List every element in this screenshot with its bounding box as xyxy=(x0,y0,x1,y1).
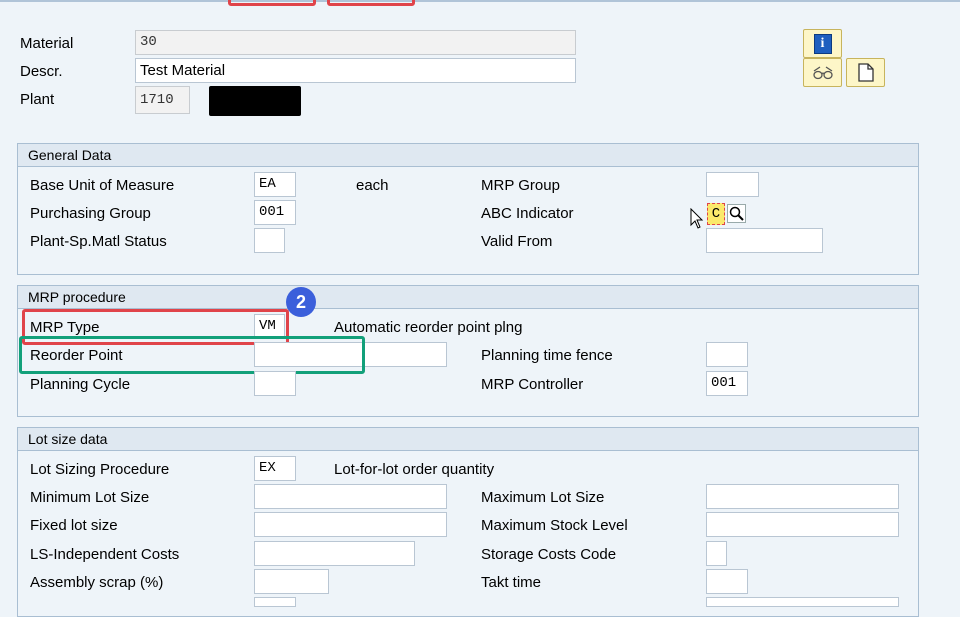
lot-size-title: Lot size data xyxy=(18,428,918,451)
min-lot-size-label: Minimum Lot Size xyxy=(30,489,150,506)
abc-search-help-button[interactable] xyxy=(727,204,746,223)
plant-field[interactable]: 1710 xyxy=(135,86,190,114)
max-stock-level-field[interactable] xyxy=(706,512,899,537)
display-button[interactable] xyxy=(803,58,842,87)
takt-time-field[interactable] xyxy=(706,569,748,594)
info-icon: i xyxy=(813,33,832,54)
mouse-cursor-icon xyxy=(690,208,704,229)
ls-independent-costs-field[interactable] xyxy=(254,541,415,566)
max-lot-size-label: Maximum Lot Size xyxy=(481,489,605,506)
plant-status-label: Plant-Sp.Matl Status xyxy=(30,233,167,250)
plant-status-field[interactable] xyxy=(254,228,285,253)
planning-cycle-field[interactable] xyxy=(254,371,296,396)
general-data-title: General Data xyxy=(18,144,918,167)
takt-time-label: Takt time xyxy=(481,574,542,591)
fixed-lot-size-field[interactable] xyxy=(254,512,447,537)
min-lot-size-field[interactable] xyxy=(254,484,447,509)
info-button[interactable]: i xyxy=(803,29,842,58)
material-label: Material xyxy=(20,35,74,52)
mrp-procedure-title: MRP procedure xyxy=(18,286,918,309)
planning-time-fence-field[interactable] xyxy=(706,342,748,367)
reorder-point-highlight xyxy=(19,336,365,374)
assembly-scrap-label: Assembly scrap (%) xyxy=(30,574,164,591)
fixed-lot-size-label: Fixed lot size xyxy=(30,517,118,534)
redacted-plant-name xyxy=(209,86,301,116)
general-data-panel: General Data xyxy=(17,143,919,275)
top-border xyxy=(0,0,960,2)
base-uom-field[interactable]: EA xyxy=(254,172,296,197)
plant-label: Plant xyxy=(20,91,55,108)
descr-label: Descr. xyxy=(20,63,63,80)
purchasing-group-label: Purchasing Group xyxy=(30,205,151,222)
max-stock-level-label: Maximum Stock Level xyxy=(481,517,628,534)
storage-costs-code-label: Storage Costs Code xyxy=(481,546,617,563)
abc-indicator-label: ABC Indicator xyxy=(481,205,574,222)
ls-independent-costs-label: LS-Independent Costs xyxy=(30,546,180,563)
mrp-group-label: MRP Group xyxy=(481,177,560,194)
mrp-group-field[interactable] xyxy=(706,172,759,197)
planning-time-fence-label: Planning time fence xyxy=(481,347,613,364)
description-field[interactable]: Test Material xyxy=(135,58,576,83)
planning-cycle-label: Planning Cycle xyxy=(30,376,131,393)
base-uom-text: each xyxy=(356,177,389,194)
storage-costs-code-field[interactable] xyxy=(706,541,727,566)
lot-sizing-procedure-text: Lot-for-lot order quantity xyxy=(334,461,495,478)
search-icon xyxy=(729,206,744,221)
max-lot-size-field[interactable] xyxy=(706,484,899,509)
document-icon xyxy=(857,63,874,82)
step-badge: 2 xyxy=(286,287,316,317)
lot-sizing-procedure-field[interactable]: EX xyxy=(254,456,296,481)
material-field[interactable]: 30 xyxy=(135,30,576,55)
valid-from-label: Valid From xyxy=(481,233,553,250)
abc-indicator-value: C xyxy=(711,206,721,222)
lot-sizing-procedure-label: Lot Sizing Procedure xyxy=(30,461,170,478)
mrp-type-text: Automatic reorder point plng xyxy=(334,319,523,336)
valid-from-field[interactable] xyxy=(706,228,823,253)
next-row-field-right[interactable] xyxy=(706,597,899,607)
purchasing-group-field[interactable]: 001 xyxy=(254,200,296,225)
glasses-icon xyxy=(812,65,833,79)
next-row-field-left[interactable] xyxy=(254,597,296,607)
abc-indicator-field[interactable]: C xyxy=(707,203,725,225)
highlight-box-top-1 xyxy=(228,0,316,6)
highlight-box-top-2 xyxy=(327,0,415,6)
assembly-scrap-field[interactable] xyxy=(254,569,329,594)
document-button[interactable] xyxy=(846,58,885,87)
mrp-controller-label: MRP Controller xyxy=(481,376,584,393)
base-uom-label: Base Unit of Measure xyxy=(30,177,175,194)
mrp-controller-field[interactable]: 001 xyxy=(706,371,748,396)
